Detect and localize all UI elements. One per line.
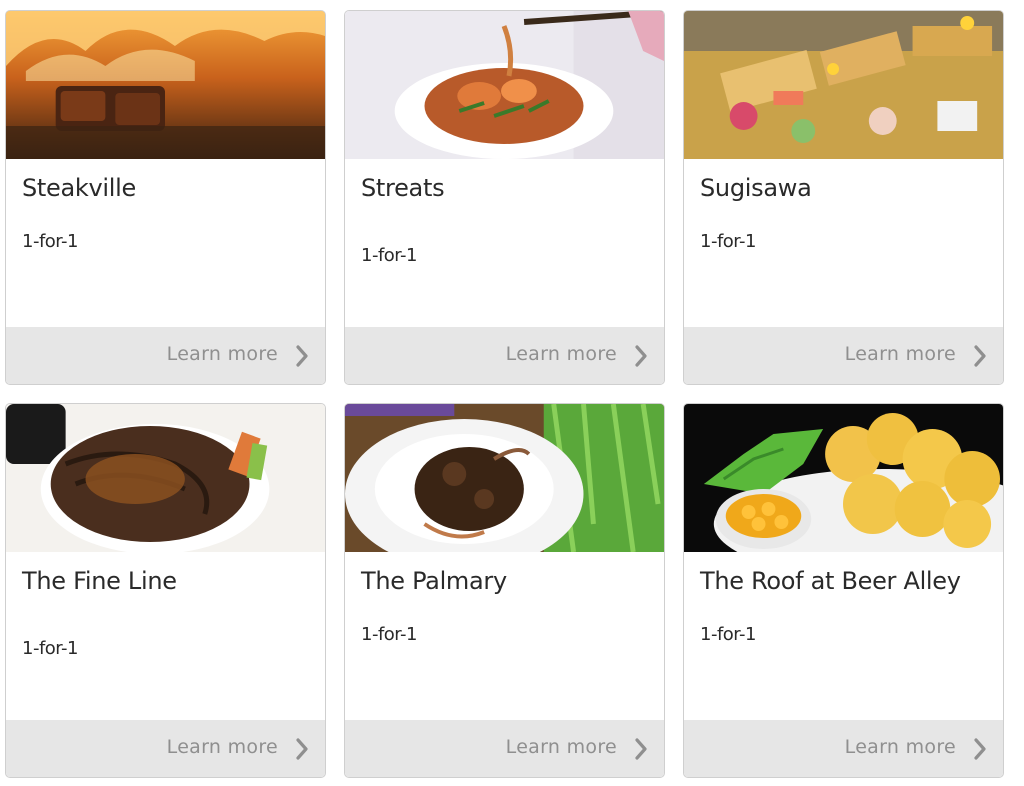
restaurant-photo xyxy=(6,11,325,159)
learn-more-label: Learn more xyxy=(166,736,278,758)
offer-label: 1-for-1 xyxy=(700,231,757,252)
offer-label: 1-for-1 xyxy=(700,624,757,645)
restaurant-card[interactable]: Streats 1-for-1 Learn more xyxy=(344,10,665,385)
learn-more-button[interactable]: Learn more xyxy=(684,720,1003,777)
restaurant-name: Streats xyxy=(361,174,445,202)
restaurant-photo xyxy=(345,404,664,552)
learn-more-label: Learn more xyxy=(505,736,617,758)
offer-label: 1-for-1 xyxy=(361,245,418,266)
restaurant-card[interactable]: The Palmary 1-for-1 Learn more xyxy=(344,403,665,778)
chevron-right-icon xyxy=(635,345,647,367)
learn-more-label: Learn more xyxy=(844,343,956,365)
restaurant-card[interactable]: Sugisawa 1-for-1 Learn more xyxy=(683,10,1004,385)
restaurant-photo xyxy=(684,404,1003,552)
restaurant-photo xyxy=(345,11,664,159)
restaurant-name: Steakville xyxy=(22,174,136,202)
restaurant-name: The Fine Line xyxy=(22,567,177,595)
restaurant-photo xyxy=(6,404,325,552)
restaurant-card[interactable]: The Roof at Beer Alley 1-for-1 Learn mor… xyxy=(683,403,1004,778)
restaurant-card-grid: Steakville 1-for-1 Learn more Streats 1-… xyxy=(0,0,1024,786)
learn-more-label: Learn more xyxy=(166,343,278,365)
offer-label: 1-for-1 xyxy=(361,624,418,645)
chevron-right-icon xyxy=(974,738,986,760)
offer-label: 1-for-1 xyxy=(22,231,79,252)
learn-more-button[interactable]: Learn more xyxy=(6,327,325,384)
restaurant-name: The Roof at Beer Alley xyxy=(700,567,961,595)
restaurant-name: The Palmary xyxy=(361,567,507,595)
chevron-right-icon xyxy=(974,345,986,367)
restaurant-photo xyxy=(684,11,1003,159)
chevron-right-icon xyxy=(296,738,308,760)
learn-more-button[interactable]: Learn more xyxy=(6,720,325,777)
learn-more-button[interactable]: Learn more xyxy=(345,720,664,777)
chevron-right-icon xyxy=(635,738,647,760)
restaurant-name: Sugisawa xyxy=(700,174,812,202)
learn-more-label: Learn more xyxy=(844,736,956,758)
chevron-right-icon xyxy=(296,345,308,367)
restaurant-card[interactable]: Steakville 1-for-1 Learn more xyxy=(5,10,326,385)
learn-more-button[interactable]: Learn more xyxy=(345,327,664,384)
offer-label: 1-for-1 xyxy=(22,638,79,659)
learn-more-label: Learn more xyxy=(505,343,617,365)
restaurant-card[interactable]: The Fine Line 1-for-1 Learn more xyxy=(5,403,326,778)
learn-more-button[interactable]: Learn more xyxy=(684,327,1003,384)
